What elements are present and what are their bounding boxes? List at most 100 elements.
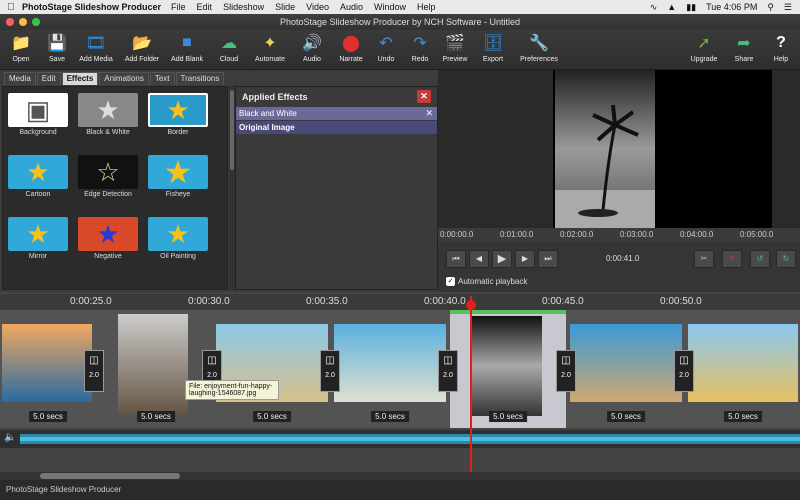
cut-button[interactable]: ✂ — [694, 250, 714, 268]
cloud-icon: ☁ — [221, 35, 237, 52]
playhead-handle[interactable] — [466, 300, 476, 310]
applied-effects-panel: Applied Effects ✕ Black and White ✕ Orig… — [235, 86, 438, 290]
upgrade-button[interactable]: ➚ Upgrade — [688, 32, 720, 68]
timeline-slide[interactable]: 5.0 secs — [214, 310, 330, 428]
share-button[interactable]: ➦ Share — [730, 32, 758, 68]
help-button[interactable]: ? Help — [768, 32, 794, 68]
remove-all-effects-button[interactable]: ✕ — [417, 90, 431, 103]
preview-ruler[interactable]: 0:00:00.0 0:01:00.0 0:02:00.0 0:03:00.0 … — [438, 228, 800, 242]
go-to-end-button[interactable]: ⏭ — [538, 250, 558, 268]
effect-background[interactable]: ▣ Background — [5, 89, 71, 147]
automatic-playback-option[interactable]: ✓ Automatic playback — [446, 277, 527, 286]
menu-file[interactable]: File — [171, 2, 186, 12]
audio-waveform — [20, 434, 800, 444]
go-to-start-button[interactable]: ⏮ — [446, 250, 466, 268]
redo-button[interactable]: ↷ Redo — [406, 32, 434, 68]
play-button[interactable]: ▶ — [492, 250, 512, 268]
export-button[interactable]: 🗄 Export — [478, 32, 508, 68]
effect-black-white[interactable]: ★ Black & White — [75, 89, 141, 147]
slide-track: 5.0 secs 5.0 secs 5.0 secs 5.0 secs 5.0 … — [0, 310, 800, 428]
menu-video[interactable]: Video — [306, 2, 329, 12]
timeline-slide[interactable]: 5.0 secs — [686, 310, 800, 428]
tools-icon: 🔧 — [529, 35, 549, 52]
transition-icon: ◫ — [325, 355, 335, 366]
effect-edge-detection[interactable]: ☆ Edge Detection — [75, 151, 141, 209]
preferences-button[interactable]: 🔧 Preferences — [516, 32, 562, 68]
previous-frame-button[interactable]: ◀ — [469, 250, 489, 268]
folder-icon: 📁 — [11, 35, 31, 52]
zoom-window-button[interactable] — [32, 18, 40, 26]
rotate-right-button[interactable]: ↻ — [776, 250, 796, 268]
slide-thumbnail — [570, 324, 682, 402]
menu-edit[interactable]: Edit — [197, 2, 213, 12]
panel-tabs: Media Edit Effects Animations Text Trans… — [4, 72, 225, 85]
tab-edit[interactable]: Edit — [36, 72, 61, 85]
transition-icon: ◫ — [89, 355, 99, 366]
remove-effect-icon[interactable]: ✕ — [425, 107, 433, 120]
wifi-icon[interactable]: ∿ — [650, 2, 658, 13]
effect-mirror[interactable]: ★ Mirror — [5, 213, 71, 271]
transition-marker[interactable]: ◫ 2.0 — [84, 350, 104, 392]
clock[interactable]: Tue 4:06 PM — [706, 2, 757, 12]
tab-effects[interactable]: Effects — [61, 72, 99, 85]
menu-audio[interactable]: Audio — [340, 2, 363, 12]
transition-marker[interactable]: ◫ 2.0 — [674, 350, 694, 392]
help-icon: ? — [776, 34, 786, 51]
narrate-button[interactable]: ⬤ Narrate — [336, 32, 366, 68]
effect-cartoon[interactable]: ★ Cartoon — [5, 151, 71, 209]
tab-animations[interactable]: Animations — [99, 72, 149, 85]
timeline-slide[interactable]: 5.0 secs — [332, 310, 448, 428]
menu-slideshow[interactable]: Slideshow — [223, 2, 264, 12]
applied-effect-item[interactable]: Black and White ✕ — [236, 107, 437, 120]
airplay-icon[interactable]: ▲ — [667, 2, 676, 12]
add-blank-button[interactable]: ■ Add Blank — [168, 32, 206, 68]
apple-icon[interactable]:  — [0, 2, 22, 13]
rotate-left-button[interactable]: ↺ — [750, 250, 770, 268]
search-icon[interactable]: ⚲ — [767, 2, 774, 13]
timeline-slide[interactable]: 5.0 secs — [568, 310, 684, 428]
preview-button[interactable]: 🎬 Preview — [440, 32, 470, 68]
window-titlebar: PhotoStage Slideshow Producer by NCH Sof… — [0, 14, 800, 30]
add-blank-icon: ■ — [182, 34, 192, 51]
cloud-button[interactable]: ☁ Cloud — [214, 32, 244, 68]
timeline-ruler[interactable]: 0:00:25.0 0:00:30.0 0:00:35.0 0:00:40.0 … — [0, 294, 800, 310]
timeline-slide[interactable]: 5.0 secs — [0, 310, 96, 428]
battery-icon[interactable]: ▮▮ — [686, 2, 696, 13]
transition-marker[interactable]: ◫ 2.0 — [320, 350, 340, 392]
timeline-scrollbar[interactable] — [0, 472, 800, 480]
menu-help[interactable]: Help — [417, 2, 436, 12]
close-window-button[interactable] — [6, 18, 14, 26]
tab-text[interactable]: Text — [149, 72, 175, 85]
delete-button[interactable]: ✕ — [722, 250, 742, 268]
menu-list-icon[interactable]: ☰ — [784, 2, 792, 13]
tab-transitions[interactable]: Transitions — [175, 72, 225, 85]
next-frame-button[interactable]: ▶ — [515, 250, 535, 268]
original-image-item[interactable]: Original Image — [236, 121, 437, 134]
tab-media[interactable]: Media — [4, 72, 36, 85]
effect-negative[interactable]: ★ Negative — [75, 213, 141, 271]
menu-slide[interactable]: Slide — [275, 2, 295, 12]
open-button[interactable]: 📁 Open — [6, 32, 36, 68]
add-media-button[interactable]: 🎞 Add Media — [78, 32, 114, 68]
file-tooltip: File: enjoyment-fun-happy-laughing-15460… — [185, 380, 279, 400]
transition-marker[interactable]: ◫ 2.0 — [556, 350, 576, 392]
selected-timeline-slide[interactable]: 5.0 secs — [450, 310, 566, 428]
menu-window[interactable]: Window — [374, 2, 406, 12]
speaker-icon[interactable]: 🔈 — [4, 432, 16, 443]
timeline-slide[interactable]: 5.0 secs — [100, 310, 212, 428]
effect-oil-painting[interactable]: ★ Oil Painting — [145, 213, 211, 271]
add-folder-button[interactable]: 📂 Add Folder — [122, 32, 162, 68]
transition-marker[interactable]: ◫ 2.0 — [438, 350, 458, 392]
app-menu[interactable]: PhotoStage Slideshow Producer — [22, 2, 161, 12]
edge-star-icon: ☆ — [78, 155, 138, 189]
effect-border[interactable]: ★ Border — [145, 89, 211, 147]
automatic-playback-checkbox[interactable]: ✓ — [446, 277, 455, 286]
audio-track[interactable]: 🔈 — [0, 430, 800, 448]
minimize-window-button[interactable] — [19, 18, 27, 26]
save-button[interactable]: 💾 Save — [42, 32, 72, 68]
audio-button[interactable]: 🔊 Audio — [298, 32, 326, 68]
playhead[interactable] — [470, 296, 472, 474]
automate-button[interactable]: ✦ Automate — [252, 32, 288, 68]
effect-fisheye[interactable]: ★ Fisheye — [145, 151, 211, 209]
undo-button[interactable]: ↶ Undo — [372, 32, 400, 68]
